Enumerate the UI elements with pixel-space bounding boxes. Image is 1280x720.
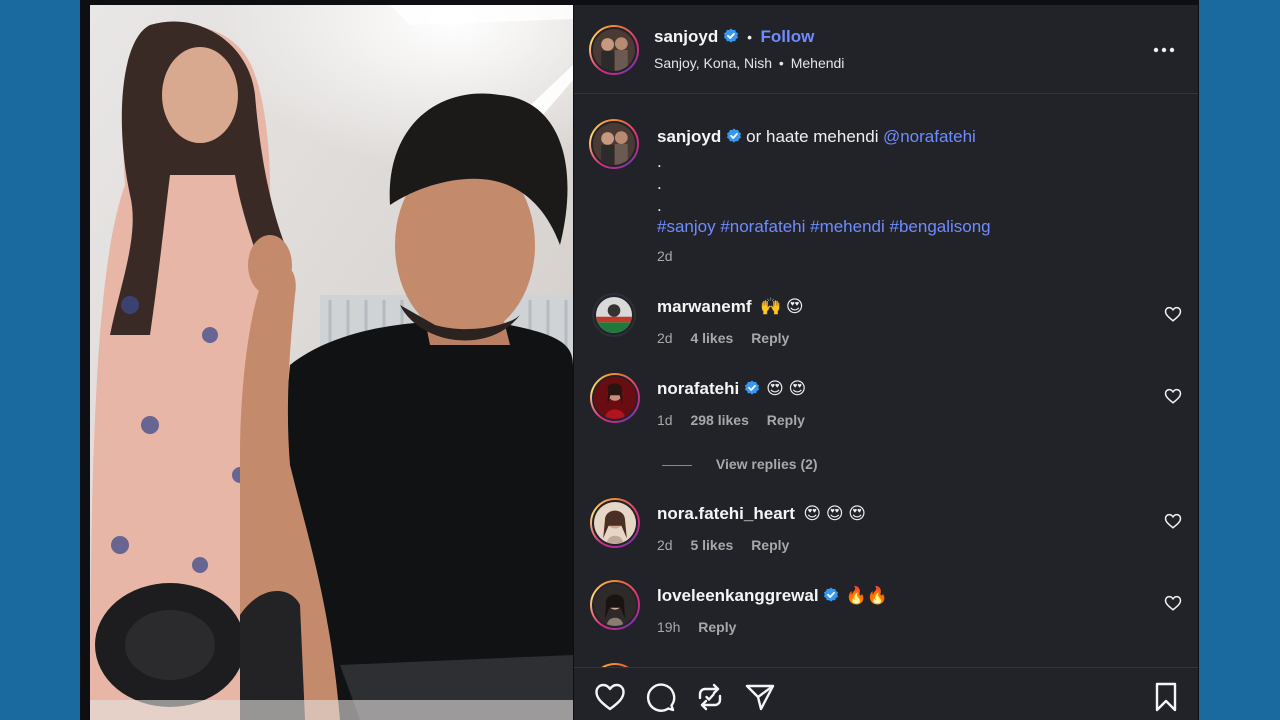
header-title-line: sanjoyd • Follow [654,27,814,47]
heart-icon[interactable] [594,681,626,713]
comment-likes[interactable]: 298 likes [690,412,748,428]
comment-heart-icon[interactable] [1164,305,1182,323]
comment-username[interactable]: norafatehi [657,379,739,398]
reply-button[interactable]: Reply [751,537,789,553]
post-caption: sanjoyd or haate mehendi @norafatehi . .… [574,95,1198,285]
caption-avatar-image [593,123,635,165]
post-video[interactable] [90,5,573,720]
comment-item: norafatehi 😍 😍 1d 298 likes Reply View r… [574,367,1198,492]
reply-button[interactable]: Reply [751,330,789,346]
comment-avatar[interactable] [590,498,640,548]
replies-divider [662,464,692,466]
comment-avatar[interactable] [590,373,640,423]
header-dot: • [747,29,753,45]
subtitle-dot: • [778,55,784,71]
page-backdrop-right [1199,0,1280,720]
comment-heart-icon[interactable] [1164,387,1182,405]
caption-dot-line: . [657,152,662,171]
post-header: sanjoyd • Follow Sanjoy, Kona, Nish • Me… [574,5,1198,94]
comment-text: 🔥🔥 [845,586,888,605]
comment-age: 19h [657,619,681,635]
caption-hashtags[interactable]: #sanjoy #norafatehi #mehendi #bengalison… [657,217,991,237]
comment-line: marwanemf 🙌 😍 [657,297,804,317]
comment-avatar-image [594,584,636,626]
comment-avatar-image [594,377,636,419]
comment-line: norafatehi 😍 😍 [657,379,806,399]
reply-button[interactable]: Reply [767,412,805,428]
comment-likes[interactable]: 4 likes [690,330,733,346]
comment-age: 2d [657,537,673,553]
view-replies-button[interactable]: View replies (2) [662,456,818,472]
comment-username[interactable]: loveleenkanggrewal [657,586,819,605]
follow-button[interactable]: Follow [761,27,815,46]
comment-meta: 19h Reply [657,619,736,635]
caption-dots: . . . [657,151,662,217]
comment-item: nora.fatehi_heart 😍 😍 😍 2d 5 likes Reply [574,492,1198,574]
comment-username[interactable]: marwanemf [657,297,751,316]
more-horizontal-icon[interactable] [1152,40,1176,60]
verified-badge-icon [723,28,739,44]
post-actions-bar [574,667,1198,720]
comment-heart-icon[interactable] [1164,512,1182,530]
comment-meta: 2d 5 likes Reply [657,537,789,553]
comment-text: 😍 😍 [766,379,807,398]
reply-button[interactable]: Reply [698,619,736,635]
video-frame-image [90,5,573,720]
verified-badge-icon [823,587,839,603]
caption-dot-line: . [657,174,662,193]
page-backdrop-left [0,0,80,720]
comment-meta: 1d 298 likes Reply [657,412,805,428]
comments-list[interactable]: sanjoyd or haate mehendi @norafatehi . .… [574,95,1198,670]
comment-meta: 2d 4 likes Reply [657,330,789,346]
comment-age: 1d [657,412,673,428]
verified-badge-icon [744,380,760,396]
verified-badge-icon [726,128,742,144]
send-icon[interactable] [744,681,776,713]
comment-line: loveleenkanggrewal 🔥🔥 [657,586,888,606]
caption-mention[interactable]: @norafatehi [883,127,976,146]
comment-text: 🙌 😍 [759,297,804,316]
comment-likes[interactable]: 5 likes [690,537,733,553]
comment-text: 😍 😍 😍 [803,504,867,523]
header-subtitle: Sanjoy, Kona, Nish • Mehendi [654,55,844,71]
comment-item: marwanemf 🙌 😍 2d 4 likes Reply [574,285,1198,365]
repost-icon[interactable] [694,681,726,713]
comment-avatar[interactable] [592,293,636,337]
comment-avatar-image [594,502,636,544]
caption-text: or haate mehendi [746,127,879,146]
comment-age: 2d [657,330,673,346]
comment-username[interactable]: nora.fatehi_heart [657,504,795,523]
comment-avatar[interactable] [590,580,640,630]
caption-dot-line: . [657,196,662,215]
bookmark-icon[interactable] [1150,681,1182,713]
comment-icon[interactable] [644,681,676,713]
comment-avatar-image [596,297,632,333]
comment-heart-icon[interactable] [1164,594,1182,612]
caption-author-avatar[interactable] [589,119,639,169]
audio-name[interactable]: Mehendi [791,55,845,71]
author-username[interactable]: sanjoyd [654,27,718,46]
comment-line: nora.fatehi_heart 😍 😍 😍 [657,504,866,524]
post-panel: sanjoyd • Follow Sanjoy, Kona, Nish • Me… [574,5,1198,720]
comment-item: loveleenkanggrewal 🔥🔥 19h Reply [574,574,1198,656]
view-replies-label[interactable]: View replies (2) [716,456,818,472]
tagged-people[interactable]: Sanjoy, Kona, Nish [654,55,772,71]
author-avatar[interactable] [589,25,639,75]
caption-username[interactable]: sanjoyd [657,127,721,146]
caption-age: 2d [657,248,673,264]
caption-first-line: sanjoyd or haate mehendi @norafatehi [657,127,976,147]
author-avatar-image [593,29,635,71]
